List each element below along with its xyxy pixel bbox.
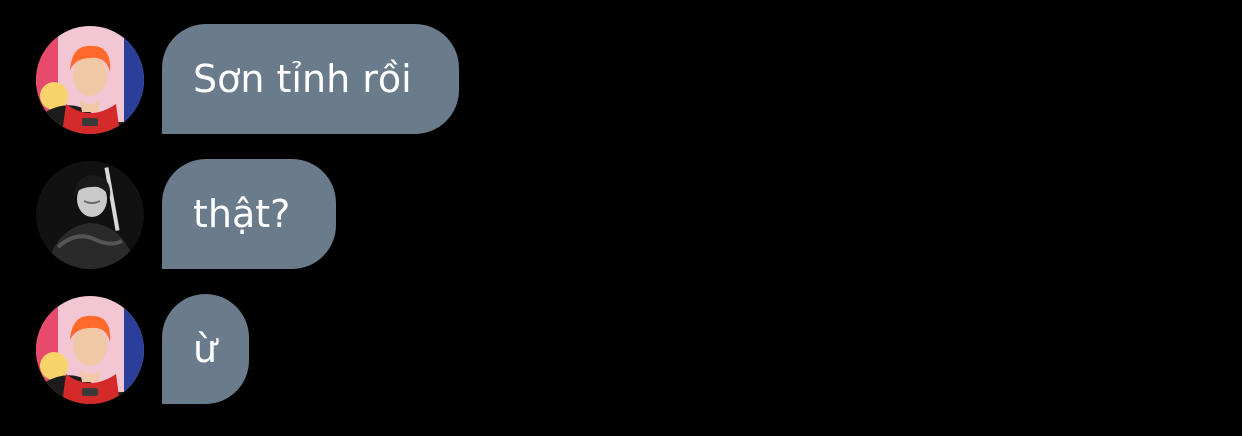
message-bubble[interactable]: ừ [162, 294, 249, 404]
message-text: thật? [193, 192, 291, 236]
avatar-monochrome-icon[interactable] [36, 161, 144, 269]
message-text: Sơn tỉnh rồi [193, 57, 412, 101]
message-text: ừ [193, 327, 218, 371]
message-bubble[interactable]: Sơn tỉnh rồi [162, 24, 459, 134]
chat-thread: Sơn tỉnh rồi thật? ừ [0, 0, 1242, 436]
avatar-orange-hair-icon[interactable] [36, 26, 144, 134]
message-bubble[interactable]: thật? [162, 159, 336, 269]
avatar-orange-hair-icon[interactable] [36, 296, 144, 404]
